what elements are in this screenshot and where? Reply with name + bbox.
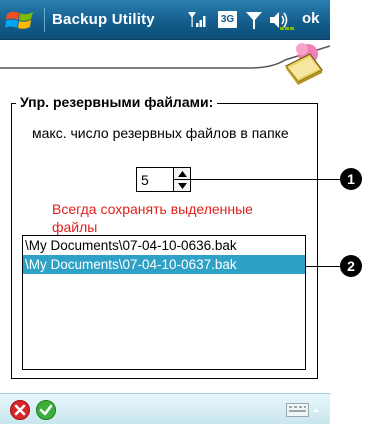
bottom-bar [0,393,330,424]
arrow-up-icon [177,170,187,177]
3g-icon[interactable]: 3G [218,11,237,28]
svg-text:1: 1 [347,171,355,187]
callout-marker-1: 1 [340,168,362,190]
stepper-down-button[interactable] [174,180,190,192]
title-bar: Backup Utility 3G ok [0,0,330,40]
signal-icon[interactable] [186,9,208,31]
backup-file-list[interactable]: \My Documents\07-04-10-0636.bak \My Docu… [22,235,306,370]
max-files-stepper [174,167,191,192]
windows-start-icon[interactable] [4,5,36,35]
cancel-icon[interactable] [10,400,30,420]
backup-file-item-selected[interactable]: \My Documents\07-04-10-0637.bak [23,255,305,274]
volume-icon[interactable] [268,9,296,31]
title-separator [44,8,45,32]
max-files-input[interactable]: 5 [136,167,174,192]
keep-selected-warning: Всегда сохранять выделенные файлы [52,201,253,235]
backup-file-item[interactable]: \My Documents\07-04-10-0636.bak [23,236,305,255]
keyboard-icon[interactable] [286,403,320,417]
max-files-label: макс. число резервных файлов в папке [32,125,289,141]
confirm-icon[interactable] [36,400,56,420]
header-decoration [0,45,330,69]
stepper-up-button[interactable] [174,168,190,180]
callout-line-2 [306,266,341,267]
callout-marker-2: 2 [340,255,362,277]
svg-text:2: 2 [347,258,355,274]
backup-logo-icon [285,43,323,85]
antenna-icon[interactable] [245,9,263,31]
ok-button[interactable]: ok [302,10,320,27]
app-title: Backup Utility [52,11,155,28]
callout-line-1 [191,179,341,180]
arrow-down-icon [177,183,187,189]
group-title: Упр. резервными файлами: [16,94,218,110]
